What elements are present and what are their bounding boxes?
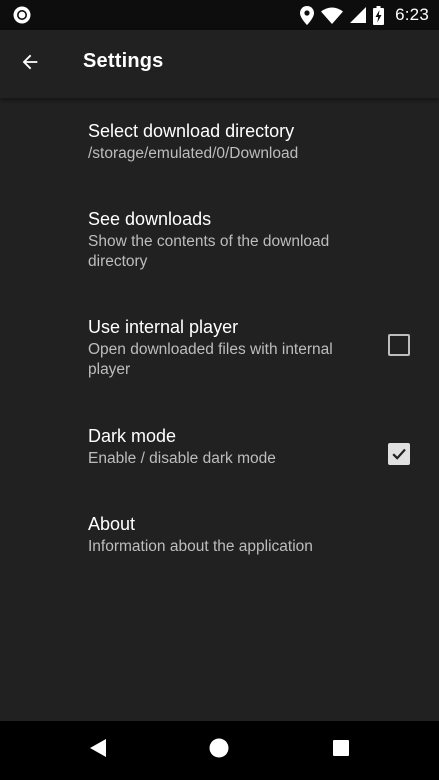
setting-about[interactable]: About Information about the application <box>0 491 439 579</box>
setting-see-downloads[interactable]: See downloads Show the contents of the d… <box>0 186 439 294</box>
status-time: 6:23 <box>395 5 429 24</box>
location-icon <box>300 5 315 25</box>
setting-summary: /storage/emulated/0/Download <box>88 145 299 162</box>
setting-dark-mode[interactable]: Dark mode Enable / disable dark mode <box>0 403 439 491</box>
home-circle-icon <box>209 738 229 763</box>
arrow-back-icon <box>19 51 41 78</box>
app-bar: Settings <box>0 30 439 98</box>
cell-signal-icon <box>350 7 367 23</box>
setting-title: Select download directory <box>88 121 295 141</box>
setting-title: Dark mode <box>88 426 177 446</box>
settings-screen: 6:23 Settings Select download directory … <box>0 0 439 780</box>
settings-list: Select download directory /storage/emula… <box>0 98 439 579</box>
recents-square-icon <box>332 739 350 762</box>
dark-mode-checkbox[interactable] <box>388 443 410 465</box>
nav-back-button[interactable] <box>68 721 128 780</box>
setting-title: See downloads <box>88 209 212 229</box>
internal-player-checkbox[interactable] <box>388 334 410 356</box>
battery-charging-icon <box>373 5 385 25</box>
status-bar: 6:23 <box>0 0 439 30</box>
back-triangle-icon <box>89 738 107 763</box>
setting-download-directory[interactable]: Select download directory /storage/emula… <box>0 98 439 186</box>
setting-summary: Open downloaded files with internal play… <box>88 341 333 378</box>
setting-title: About <box>88 514 136 534</box>
setting-summary: Information about the application <box>88 538 313 555</box>
setting-title: Use internal player <box>88 317 239 337</box>
circle-notification-icon <box>12 5 32 25</box>
setting-summary: Show the contents of the download direct… <box>88 233 330 270</box>
status-icons: 6:23 <box>300 0 429 30</box>
wifi-icon <box>321 7 344 24</box>
setting-internal-player[interactable]: Use internal player Open downloaded file… <box>0 294 439 403</box>
back-button[interactable] <box>8 42 52 86</box>
page-title: Settings <box>83 50 164 72</box>
nav-recents-button[interactable] <box>311 721 371 780</box>
setting-summary: Enable / disable dark mode <box>88 450 276 467</box>
navigation-bar <box>0 721 439 780</box>
nav-home-button[interactable] <box>189 721 249 780</box>
